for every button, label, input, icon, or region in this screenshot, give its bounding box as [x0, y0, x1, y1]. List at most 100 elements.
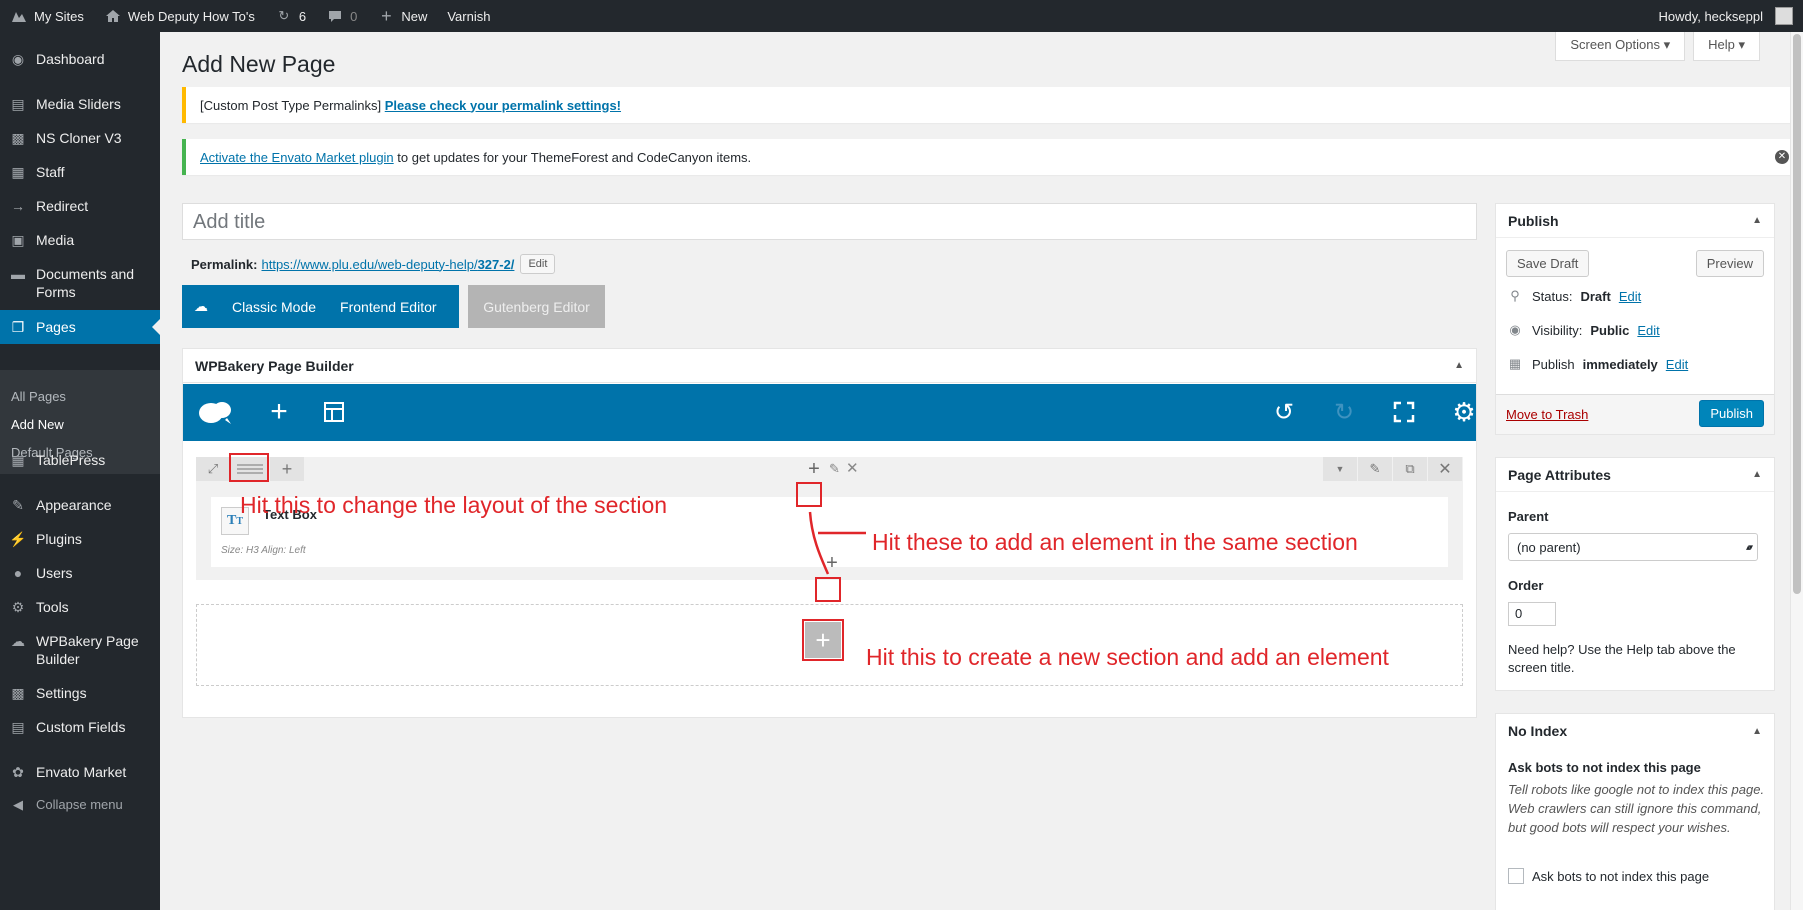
column-edit-icon[interactable]: ✎ — [829, 461, 840, 477]
new-content-menu[interactable]: + New — [367, 0, 437, 32]
collapse-box-icon[interactable]: ▲ — [1752, 215, 1762, 226]
sidebar-item-label: Users — [36, 565, 73, 581]
annotation-layout-text: Hit this to change the layout of the sec… — [240, 492, 668, 518]
no-index-checkbox[interactable] — [1508, 868, 1524, 884]
frontend-editor-button[interactable]: Frontend Editor — [328, 299, 449, 315]
sidebar-item-media-sliders[interactable]: ▤ Media Sliders — [0, 95, 160, 113]
sidebar-item-tools[interactable]: ⚙ Tools — [0, 598, 160, 616]
leaf-icon: ✿ — [12, 764, 24, 780]
row-edit-icon[interactable]: ✎ — [1358, 457, 1392, 481]
title-input[interactable]: Add title — [182, 203, 1477, 240]
permalink-notice: [Custom Post Type Permalinks] Please che… — [182, 87, 1799, 123]
templates-icon[interactable] — [318, 396, 350, 428]
publish-box: Publish ▲ Save Draft Preview ⚲ Status: D… — [1495, 203, 1775, 435]
wpbakery-logo-icon[interactable] — [195, 396, 235, 428]
add-new-section-icon[interactable]: + — [802, 619, 844, 661]
row-delete-icon[interactable]: ✕ — [1428, 457, 1462, 481]
sidebar-item-pages[interactable]: ❐ Pages — [0, 310, 160, 344]
no-index-header[interactable]: No Index ▲ — [1496, 714, 1774, 748]
sidebar-item-plugins[interactable]: ⚡ Plugins — [0, 530, 160, 548]
dashboard-icon: ◉ — [11, 51, 25, 67]
submenu-all-pages[interactable]: All Pages — [11, 389, 66, 404]
sidebar-item-custom-fields[interactable]: ▤ Custom Fields — [0, 718, 160, 736]
collapse-box-icon[interactable]: ▲ — [1752, 469, 1762, 480]
row-clone-icon[interactable]: ⧉ — [1393, 457, 1427, 481]
sidebar-item-documents[interactable]: ▬ Documents and Forms — [0, 265, 152, 301]
screen-options-button[interactable]: Screen Options — [1555, 32, 1686, 61]
preview-button[interactable]: Preview — [1695, 250, 1764, 277]
status-label: Status: — [1532, 288, 1573, 304]
column-add-top-icon[interactable]: + — [804, 459, 824, 480]
publish-button[interactable]: Publish — [1699, 400, 1764, 427]
activate-envato-link[interactable]: Activate the Envato Market plugin — [200, 150, 394, 165]
annotation-box-add-top — [796, 482, 822, 507]
sidebar-item-appearance[interactable]: ✎ Appearance — [0, 496, 160, 514]
comments-menu[interactable]: 0 — [316, 0, 367, 32]
sidebar-item-envato[interactable]: ✿ Envato Market — [0, 763, 160, 781]
wpbakery-navbar: + ↺ ↻ ⚙ — [183, 384, 1476, 441]
fields-icon: ▤ — [11, 719, 25, 735]
sidebar-item-redirect[interactable]: → Redirect — [0, 197, 160, 215]
comment-icon — [326, 7, 344, 25]
my-sites-menu[interactable]: My Sites — [0, 0, 94, 32]
sidebar-item-users[interactable]: ● Users — [0, 564, 160, 582]
row-add-column-icon[interactable]: + — [270, 457, 304, 481]
status-row: ⚲ Status: Draft Edit — [1506, 288, 1641, 304]
sidebar-item-tablepress[interactable]: ▦ TablePress — [0, 451, 160, 469]
collapse-box-icon[interactable]: ▲ — [1454, 360, 1464, 371]
publish-box-header[interactable]: Publish ▲ — [1496, 204, 1774, 238]
sidebar-item-label: Plugins — [36, 531, 82, 547]
updates-menu[interactable]: ↻ 6 — [265, 0, 316, 32]
varnish-menu[interactable]: Varnish — [437, 0, 500, 32]
sidebar-item-label: TablePress — [36, 452, 106, 468]
wpbakery-header[interactable]: WPBakery Page Builder ▲ — [183, 349, 1476, 383]
no-index-heading: Ask bots to not index this page — [1508, 760, 1701, 775]
sidebar-item-ns-cloner[interactable]: ▩ NS Cloner V3 — [0, 129, 160, 147]
sliders-icon: ▤ — [11, 96, 25, 112]
parent-select[interactable]: (no parent) — [1508, 533, 1758, 561]
dismiss-icon[interactable]: ✕ — [1775, 150, 1789, 164]
page-title: Add New Page — [182, 51, 336, 77]
help-button[interactable]: Help — [1693, 32, 1760, 61]
permalink-link[interactable]: https://www.plu.edu/web-deputy-help/327-… — [261, 257, 514, 272]
main-content: Screen Options Help Add New Page [Custom… — [160, 32, 1803, 910]
permalink-edit-button[interactable]: Edit — [520, 254, 556, 274]
page-scrollbar[interactable] — [1790, 32, 1803, 910]
annotation-box-add-bottom — [815, 577, 841, 602]
scrollbar-thumb[interactable] — [1793, 34, 1801, 594]
sidebar-item-staff[interactable]: ▦ Staff — [0, 163, 160, 181]
sidebar-item-wpbakery[interactable]: ☁ WPBakery Page Builder — [0, 632, 152, 668]
sidebar-item-media[interactable]: ▣ Media — [0, 231, 160, 249]
row-toggle-icon[interactable]: ▼ — [1323, 457, 1357, 481]
classic-mode-button[interactable]: Classic Mode — [220, 299, 328, 315]
updates-count: 6 — [298, 8, 307, 24]
sidebar-item-dashboard[interactable]: ◉ Dashboard — [0, 50, 160, 68]
site-name-menu[interactable]: Web Deputy How To's — [94, 0, 265, 32]
calendar-icon: ▦ — [1508, 356, 1522, 371]
sites-icon — [10, 7, 28, 25]
submenu-add-new[interactable]: Add New — [11, 417, 64, 432]
collapse-box-icon[interactable]: ▲ — [1752, 726, 1762, 737]
column-delete-icon[interactable]: ✕ — [846, 459, 859, 477]
save-draft-button[interactable]: Save Draft — [1506, 250, 1590, 277]
page-attributes-header[interactable]: Page Attributes ▲ — [1496, 458, 1774, 492]
collapse-menu-button[interactable]: ◀ Collapse menu — [0, 796, 160, 814]
no-index-checkbox-label: Ask bots to not index this page — [1532, 868, 1710, 884]
settings-icon[interactable]: ⚙ — [1448, 396, 1480, 428]
gutenberg-editor-button[interactable]: Gutenberg Editor — [468, 285, 605, 328]
visibility-edit-link[interactable]: Edit — [1637, 323, 1659, 338]
status-edit-link[interactable]: Edit — [1619, 289, 1641, 304]
order-input[interactable]: 0 — [1508, 602, 1556, 626]
move-to-trash-link[interactable]: Move to Trash — [1506, 407, 1588, 422]
permalink-settings-link[interactable]: Please check your permalink settings! — [385, 98, 621, 113]
sidebar-item-settings[interactable]: ▩ Settings — [0, 684, 160, 702]
add-element-icon[interactable]: + — [263, 395, 295, 428]
annotation-box-layout — [229, 453, 269, 482]
admin-bar: My Sites Web Deputy How To's ↻ 6 0 + New… — [0, 0, 1803, 32]
fullscreen-icon[interactable] — [1388, 396, 1420, 428]
publish-time-row: ▦ Publish immediately Edit — [1506, 356, 1688, 372]
publish-time-edit-link[interactable]: Edit — [1666, 357, 1688, 372]
row-move-icon[interactable]: ⤢ — [196, 457, 230, 481]
undo-icon[interactable]: ↺ — [1268, 396, 1300, 428]
account-menu[interactable]: Howdy, heckseppl — [1648, 0, 1803, 32]
